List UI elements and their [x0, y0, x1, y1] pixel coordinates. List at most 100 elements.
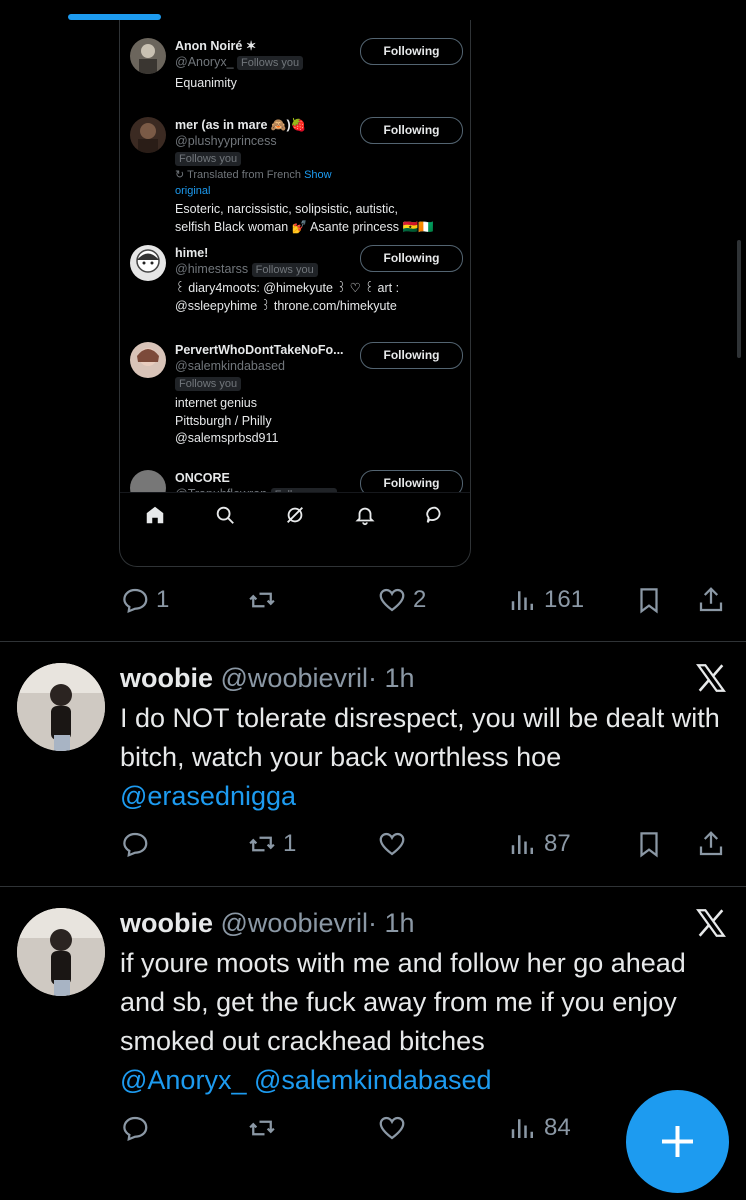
reply-button[interactable]: [120, 824, 156, 864]
x-logo-icon: [696, 664, 726, 692]
bottom-nav: [120, 492, 470, 539]
tweet-header: woobie @woobievril· 1h: [120, 661, 415, 695]
follows-you-badge: Follows you: [175, 152, 242, 166]
like-count: 2: [413, 586, 427, 613]
avatar[interactable]: [17, 663, 105, 751]
avatar[interactable]: [17, 908, 105, 996]
repost-icon: [249, 1120, 275, 1136]
tweet-body: if youre moots with me and follow her go…: [120, 948, 686, 1056]
share-button[interactable]: [696, 824, 726, 864]
share-button[interactable]: [696, 580, 726, 620]
views-icon: [511, 591, 533, 610]
plus-icon: [662, 1126, 693, 1157]
follows-you-badge: Follows you: [175, 377, 242, 391]
home-icon[interactable]: [144, 504, 166, 526]
following-button[interactable]: Following: [360, 245, 463, 272]
author-handle[interactable]: @woobievril: [221, 908, 368, 938]
views-button[interactable]: 161: [508, 580, 584, 620]
scrollbar[interactable]: [737, 240, 741, 358]
views-count: 161: [544, 586, 585, 613]
author-name[interactable]: woobie: [120, 908, 213, 938]
heart-icon: [379, 832, 405, 856]
views-button[interactable]: 87: [508, 824, 571, 864]
repost-icon: [249, 592, 275, 608]
user-bio-line: @salemsprbsd911: [175, 431, 279, 445]
views-count: 84: [544, 1114, 571, 1141]
like-button[interactable]: [377, 824, 413, 864]
user-handle: @Anoryx_: [175, 55, 234, 69]
repost-icon: [249, 836, 275, 852]
user-name: mer (as in mare 🙈)🍓: [175, 118, 307, 132]
post-actions: 1 2 161: [0, 580, 746, 620]
share-icon: [699, 831, 723, 856]
repost-button[interactable]: [247, 580, 283, 620]
user-name: ONCORE: [175, 471, 230, 485]
notifications-icon[interactable]: [354, 504, 376, 526]
views-icon: [511, 1119, 533, 1138]
reply-button[interactable]: 1: [120, 580, 169, 620]
tweet[interactable]: woobie @woobievril· 1h I do NOT tolerate…: [0, 641, 746, 886]
user-bio-line: selfish Black woman 💅 Asante princess 🇬🇭…: [175, 219, 434, 234]
following-button[interactable]: Following: [360, 38, 463, 65]
mention-link[interactable]: @erasednigga: [120, 781, 296, 811]
user-bio-line: Equanimity: [175, 76, 237, 90]
bookmark-button[interactable]: [634, 580, 664, 620]
heart-icon: [379, 588, 405, 612]
user-handle: @salemkindabased: [175, 359, 285, 373]
follows-you-badge: Follows you: [237, 56, 304, 70]
embedded-screenshot[interactable]: Anon Noiré ✶ @Anoryx_ Follows you Equani…: [119, 20, 471, 567]
views-button[interactable]: 84: [508, 1108, 571, 1148]
tweet-header: woobie @woobievril· 1h: [120, 906, 415, 940]
avatar: [130, 38, 166, 74]
share-icon: [699, 587, 723, 612]
x-logo-icon: [696, 909, 726, 937]
tweet-text: if youre moots with me and follow her go…: [120, 944, 730, 1100]
search-icon[interactable]: [214, 504, 236, 526]
user-bio-line: @ssleepyhime ꒱ throne.com/himekyute: [175, 298, 397, 313]
timestamp: · 1h: [367, 663, 415, 693]
translated-label: Translated from French: [187, 169, 301, 181]
repost-button[interactable]: [247, 1108, 283, 1148]
bookmark-icon: [640, 832, 658, 858]
translate-icon: ↻: [175, 169, 185, 181]
avatar: [130, 245, 166, 281]
tweet-text: I do NOT tolerate disrespect, you will b…: [120, 699, 730, 816]
like-button[interactable]: [377, 1108, 413, 1148]
user-name: hime!: [175, 246, 209, 260]
grok-icon[interactable]: [284, 504, 306, 526]
tweet-actions: 1 87: [0, 824, 746, 864]
repost-count: 1: [283, 830, 297, 857]
avatar: [130, 342, 166, 378]
messages-icon[interactable]: [424, 504, 446, 526]
mention-link[interactable]: @Anoryx_ @salemkindabased: [120, 1065, 492, 1095]
following-button[interactable]: Following: [360, 117, 463, 144]
user-handle: @plushyyprincess: [175, 134, 277, 148]
reply-button[interactable]: [120, 1108, 156, 1148]
user-name: Anon Noiré ✶: [175, 39, 257, 53]
like-button[interactable]: 2: [377, 580, 426, 620]
user-handle: @himestarss: [175, 262, 249, 276]
user-bio-line: internet genius: [175, 396, 258, 410]
following-button[interactable]: Following: [360, 342, 463, 369]
compose-button[interactable]: [626, 1090, 729, 1193]
timestamp: · 1h: [367, 908, 415, 938]
tweet-body: I do NOT tolerate disrespect, you will b…: [120, 703, 720, 772]
follows-you-badge: Follows you: [251, 263, 318, 277]
user-name: PervertWhoDontTakeNoFo...: [175, 343, 344, 357]
reply-icon: [123, 1116, 148, 1142]
reply-count: 1: [156, 586, 170, 613]
user-bio-line: Pittsburgh / Philly: [175, 413, 272, 428]
heart-icon: [379, 1116, 405, 1140]
bookmark-icon: [640, 588, 658, 614]
author-name[interactable]: woobie: [120, 663, 213, 693]
views-count: 87: [544, 830, 571, 857]
user-bio-line: Esoteric, narcissistic, solipsistic, aut…: [175, 202, 398, 216]
bookmark-button[interactable]: [634, 824, 664, 864]
views-icon: [511, 835, 533, 854]
avatar: [130, 117, 166, 153]
user-bio-line: ꒰ diary4moots: @himekyute ꒱ ♡ ꒰ art :: [175, 281, 400, 295]
reply-icon: [123, 832, 148, 858]
reply-icon: [123, 588, 148, 614]
author-handle[interactable]: @woobievril: [221, 663, 368, 693]
repost-button[interactable]: 1: [247, 824, 296, 864]
